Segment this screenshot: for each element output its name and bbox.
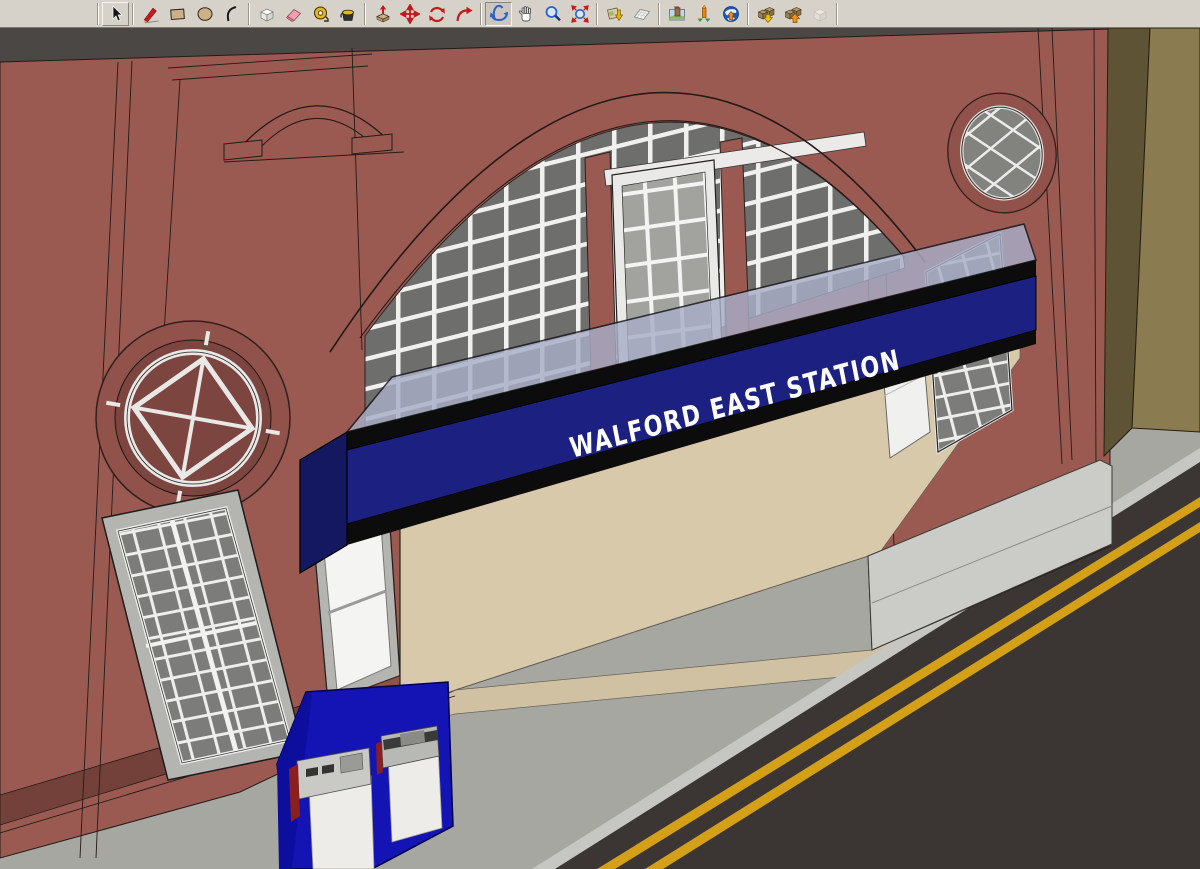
move-arrows-icon	[400, 4, 420, 24]
pale-box-icon	[810, 4, 830, 24]
toolbar-separator	[132, 3, 134, 25]
push-pull-icon	[373, 4, 393, 24]
preview-in-google-earth-button[interactable]	[717, 2, 744, 26]
zoom-tool-button[interactable]	[539, 2, 566, 26]
get-photo-texture-button[interactable]	[690, 2, 717, 26]
place-model-button[interactable]	[663, 2, 690, 26]
circle-icon	[195, 4, 215, 24]
line-tool-button[interactable]	[137, 2, 164, 26]
share-component-button[interactable]	[806, 2, 833, 26]
toolbar-empty-area	[0, 0, 94, 27]
get-current-view-button[interactable]	[601, 2, 628, 26]
orbit-icon	[489, 4, 509, 24]
select-tool-button[interactable]	[102, 2, 129, 26]
toolbar-separator	[747, 3, 749, 25]
hand-icon	[516, 4, 536, 24]
toolbar-grip	[97, 3, 99, 25]
zoom-extents-button[interactable]	[566, 2, 593, 26]
follow-me-icon	[454, 4, 474, 24]
select-icon	[106, 4, 126, 24]
tape-measure-icon	[311, 4, 331, 24]
pan-tool-button[interactable]	[512, 2, 539, 26]
toolbar-separator	[836, 3, 838, 25]
viewport-3d[interactable]: WALFORD EAST STATION	[0, 28, 1200, 869]
pencil-icon	[141, 4, 161, 24]
arc-tool-button[interactable]	[218, 2, 245, 26]
paint-bucket-icon	[338, 4, 358, 24]
toolbar-separator	[364, 3, 366, 25]
arc-icon	[222, 4, 242, 24]
follow-me-button[interactable]	[450, 2, 477, 26]
building-photo-icon	[667, 4, 687, 24]
rectangle-icon	[168, 4, 188, 24]
eraser-icon	[284, 4, 304, 24]
toggle-terrain-button[interactable]	[628, 2, 655, 26]
get-models-button[interactable]	[752, 2, 779, 26]
map-download-icon	[605, 4, 625, 24]
boxes-upload-icon	[783, 4, 803, 24]
boxes-download-icon	[756, 4, 776, 24]
toolbar-separator	[596, 3, 598, 25]
rectangle-tool-button[interactable]	[164, 2, 191, 26]
eraser-tool-button[interactable]	[280, 2, 307, 26]
tape-measure-button[interactable]	[307, 2, 334, 26]
component-box-icon	[257, 4, 277, 24]
toolbar	[0, 0, 1200, 28]
push-pull-button[interactable]	[369, 2, 396, 26]
kiosk-red-stripe	[376, 741, 383, 775]
circle-tool-button[interactable]	[191, 2, 218, 26]
side-building	[1104, 28, 1200, 456]
magnifier-extents-icon	[570, 4, 590, 24]
make-component-button[interactable]	[253, 2, 280, 26]
terrain-sheet-icon	[632, 4, 652, 24]
rotate-tool-button[interactable]	[423, 2, 450, 26]
globe-upload-icon	[721, 4, 741, 24]
crayon-icon	[694, 4, 714, 24]
toolbar-separator	[248, 3, 250, 25]
magnifier-icon	[543, 4, 563, 24]
paint-bucket-button[interactable]	[334, 2, 361, 26]
rotate-arrows-icon	[427, 4, 447, 24]
toolbar-separator	[480, 3, 482, 25]
share-model-button[interactable]	[779, 2, 806, 26]
orbit-tool-button[interactable]	[485, 2, 512, 26]
move-tool-button[interactable]	[396, 2, 423, 26]
toolbar-separator	[658, 3, 660, 25]
